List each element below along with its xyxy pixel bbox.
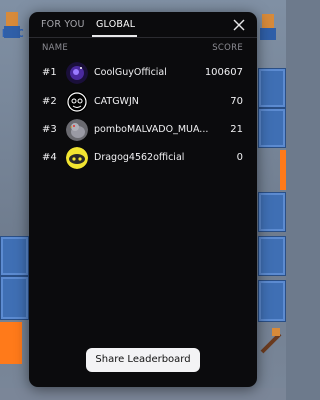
username: pomboMALVADO_MUA... (94, 124, 209, 135)
username: Dragog4562official (94, 152, 185, 163)
character-figure-icon (260, 328, 282, 354)
avatar-pigeon-icon (66, 119, 88, 141)
rank-label: #1 (42, 67, 57, 78)
background-orange-block (280, 150, 286, 190)
leaderboard-tabs: FOR YOU GLOBAL (29, 12, 257, 38)
close-icon[interactable] (231, 17, 247, 33)
character-figure-icon (260, 14, 276, 40)
score-value: 100607 (204, 67, 243, 78)
username: CoolGuyOfficial (94, 67, 167, 78)
leaderboard-row[interactable]: #3 pomboMALVADO_MUA... 21 (29, 118, 257, 142)
rank-label: #3 (42, 124, 57, 135)
rank-label: #2 (42, 96, 57, 107)
tab-for-you[interactable]: FOR YOU (41, 19, 85, 30)
background-tile (258, 68, 286, 108)
column-header-score: SCORE (212, 43, 243, 53)
background-tile (258, 236, 286, 276)
leaderboard-modal: FOR YOU GLOBAL NAME SCORE #1 CoolGuyOffi… (29, 12, 257, 387)
share-leaderboard-button[interactable]: Share Leaderboard (86, 348, 200, 372)
character-figure-icon (4, 12, 20, 38)
background-tile (0, 276, 29, 320)
rank-label: #4 (42, 152, 57, 163)
background-floor (0, 388, 286, 400)
background-tile (258, 108, 286, 148)
background-orange-block (0, 322, 22, 364)
leaderboard-row[interactable]: #1 CoolGuyOfficial 100607 (29, 61, 257, 85)
score-value: 0 (236, 152, 243, 163)
background-tile (258, 192, 286, 232)
tab-global[interactable]: GLOBAL (96, 19, 135, 30)
username: CATGWJN (94, 96, 139, 107)
background-tile (0, 236, 29, 276)
avatar-yellow-logo-icon (66, 147, 88, 169)
leaderboard-row[interactable]: #2 CATGWJN 70 (29, 90, 257, 114)
tabs-divider (29, 37, 257, 38)
leaderboard-row[interactable]: #4 Dragog4562official 0 (29, 146, 257, 170)
score-value: 21 (230, 124, 243, 135)
column-header-name: NAME (42, 43, 69, 53)
background-tile (258, 280, 286, 322)
score-value: 70 (230, 96, 243, 107)
avatar-purple-galaxy-icon (66, 62, 88, 84)
avatar-white-outline-character-icon (66, 91, 88, 113)
